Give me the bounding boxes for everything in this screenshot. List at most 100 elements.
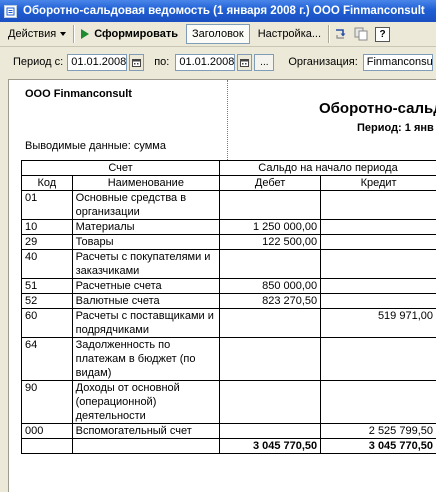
account-code-cell: 01 <box>22 191 73 220</box>
account-name-cell: Материалы <box>72 220 219 235</box>
debit-cell: 122 500,00 <box>220 235 321 250</box>
toolbar-separator <box>328 25 329 43</box>
chevron-down-icon <box>60 32 66 36</box>
actions-menu[interactable]: Действия <box>3 24 71 44</box>
debit-cell <box>220 338 321 381</box>
table-row[interactable]: 90Доходы от основной (операционной) деят… <box>22 381 436 424</box>
table-row[interactable]: 000Вспомогательный счет2 525 799,50 <box>22 424 436 439</box>
report-organization: ООО Finmanconsult <box>25 88 132 100</box>
totals-spacer <box>22 439 73 454</box>
table-row[interactable]: 40Расчеты с покупателями и заказчиками <box>22 250 436 279</box>
report-table: Счет Сальдо на начало периода Код Наимен… <box>21 160 436 454</box>
account-name-cell: Расчетные счета <box>72 279 219 294</box>
table-row[interactable]: 51Расчетные счета850 000,00 <box>22 279 436 294</box>
debit-cell <box>220 424 321 439</box>
calendar-icon[interactable] <box>237 54 252 71</box>
copy-icon[interactable] <box>353 26 369 42</box>
credit-cell <box>321 250 436 279</box>
settings-label: Настройка... <box>258 28 321 40</box>
account-name-cell: Доходы от основной (операционной) деятел… <box>72 381 219 424</box>
credit-cell <box>321 191 436 220</box>
account-code-cell: 000 <box>22 424 73 439</box>
help-label: ? <box>379 29 385 40</box>
header-name: Наименование <box>72 176 219 191</box>
account-name-cell: Основные средства в организации <box>72 191 219 220</box>
period-to-label: по: <box>154 56 169 68</box>
window-title: Оборотно-сальдовая ведомость (1 января 2… <box>23 5 425 17</box>
debit-cell: 1 250 000,00 <box>220 220 321 235</box>
calendar-icon[interactable] <box>129 54 144 71</box>
organization-label: Организация: <box>288 56 357 68</box>
report-period: Период: 1 янв <box>357 122 434 134</box>
debit-cell: 823 270,50 <box>220 294 321 309</box>
period-from-value: 01.01.2008 <box>71 56 126 68</box>
debit-cell <box>220 191 321 220</box>
account-code-cell: 64 <box>22 338 73 381</box>
account-code-cell: 90 <box>22 381 73 424</box>
period-row: Период с: 01.01.2008 по: 01.01.2008 ... … <box>0 47 436 77</box>
generate-button[interactable]: Сформировать <box>76 24 183 44</box>
total-debit-cell: 3 045 770,50 <box>220 439 321 454</box>
generate-label: Сформировать <box>94 28 178 40</box>
credit-cell <box>321 338 436 381</box>
actions-label: Действия <box>8 28 56 40</box>
header-debit: Дебет <box>220 176 321 191</box>
header-label: Заголовок <box>192 28 244 40</box>
header-button[interactable]: Заголовок <box>186 24 250 44</box>
totals-row: 3 045 770,503 045 770,50 <box>22 439 436 454</box>
header-account: Счет <box>22 161 220 176</box>
organization-field[interactable]: Finmanconsult <box>363 54 433 71</box>
account-code-cell: 52 <box>22 294 73 309</box>
document-icon <box>4 5 17 18</box>
table-row[interactable]: 60Расчеты с поставщиками и подрядчиками 5… <box>22 309 436 338</box>
report-title: Оборотно-сальд <box>319 100 436 117</box>
settings-button[interactable]: Настройка... <box>253 24 326 44</box>
dots-label: ... <box>260 57 268 68</box>
credit-cell <box>321 381 436 424</box>
account-name-cell: Товары <box>72 235 219 250</box>
header-opening-balance: Сальдо на начало периода <box>220 161 436 176</box>
debit-cell <box>220 250 321 279</box>
account-code-cell: 10 <box>22 220 73 235</box>
account-code-cell: 51 <box>22 279 73 294</box>
period-from-label: Период с: <box>13 56 63 68</box>
play-icon <box>81 29 89 39</box>
account-name-cell: Задолженность по платежам в бюджет (по в… <box>72 338 219 381</box>
report-sheet[interactable]: ООО Finmanconsult Оборотно-сальд Период:… <box>8 79 436 492</box>
table-header-row: Счет Сальдо на начало периода <box>22 161 436 176</box>
header-code: Код <box>22 176 73 191</box>
table-row[interactable]: 52Валютные счета823 270,50 <box>22 294 436 309</box>
table-row[interactable]: 01Основные средства в организации <box>22 191 436 220</box>
debit-cell <box>220 309 321 338</box>
debit-cell <box>220 381 321 424</box>
period-from-field[interactable]: 01.01.2008 <box>67 54 127 71</box>
credit-cell <box>321 235 436 250</box>
table-row[interactable]: 10Материалы1 250 000,00 <box>22 220 436 235</box>
credit-cell <box>321 220 436 235</box>
toolbar: Действия Сформировать Заголовок Настройк… <box>0 22 436 47</box>
account-code-cell: 40 <box>22 250 73 279</box>
debit-cell: 850 000,00 <box>220 279 321 294</box>
credit-cell: 519 971,00 <box>321 309 436 338</box>
account-name-cell: Вспомогательный счет <box>72 424 219 439</box>
totals-spacer <box>72 439 219 454</box>
account-code-cell: 29 <box>22 235 73 250</box>
table-row[interactable]: 29Товары122 500,00 <box>22 235 436 250</box>
organization-value: Finmanconsult <box>367 56 433 68</box>
account-code-cell: 60 <box>22 309 73 338</box>
account-name-cell: Валютные счета <box>72 294 219 309</box>
table-header-row: Код Наименование Дебет Кредит <box>22 176 436 191</box>
header-credit: Кредит <box>321 176 436 191</box>
period-to-field[interactable]: 01.01.2008 <box>175 54 235 71</box>
credit-cell <box>321 279 436 294</box>
period-select-button[interactable]: ... <box>254 54 274 71</box>
account-name-cell: Расчеты с поставщиками и подрядчиками <box>72 309 219 338</box>
help-icon[interactable]: ? <box>375 27 390 42</box>
page-break-line <box>227 80 228 160</box>
credit-cell <box>321 294 436 309</box>
refresh-icon[interactable] <box>333 26 349 42</box>
total-credit-cell: 3 045 770,50 <box>321 439 436 454</box>
period-to-value: 01.01.2008 <box>179 56 234 68</box>
table-row[interactable]: 64Задолженность по платежам в бюджет (по… <box>22 338 436 381</box>
report-output-type: Выводимые данные: сумма <box>25 140 166 152</box>
